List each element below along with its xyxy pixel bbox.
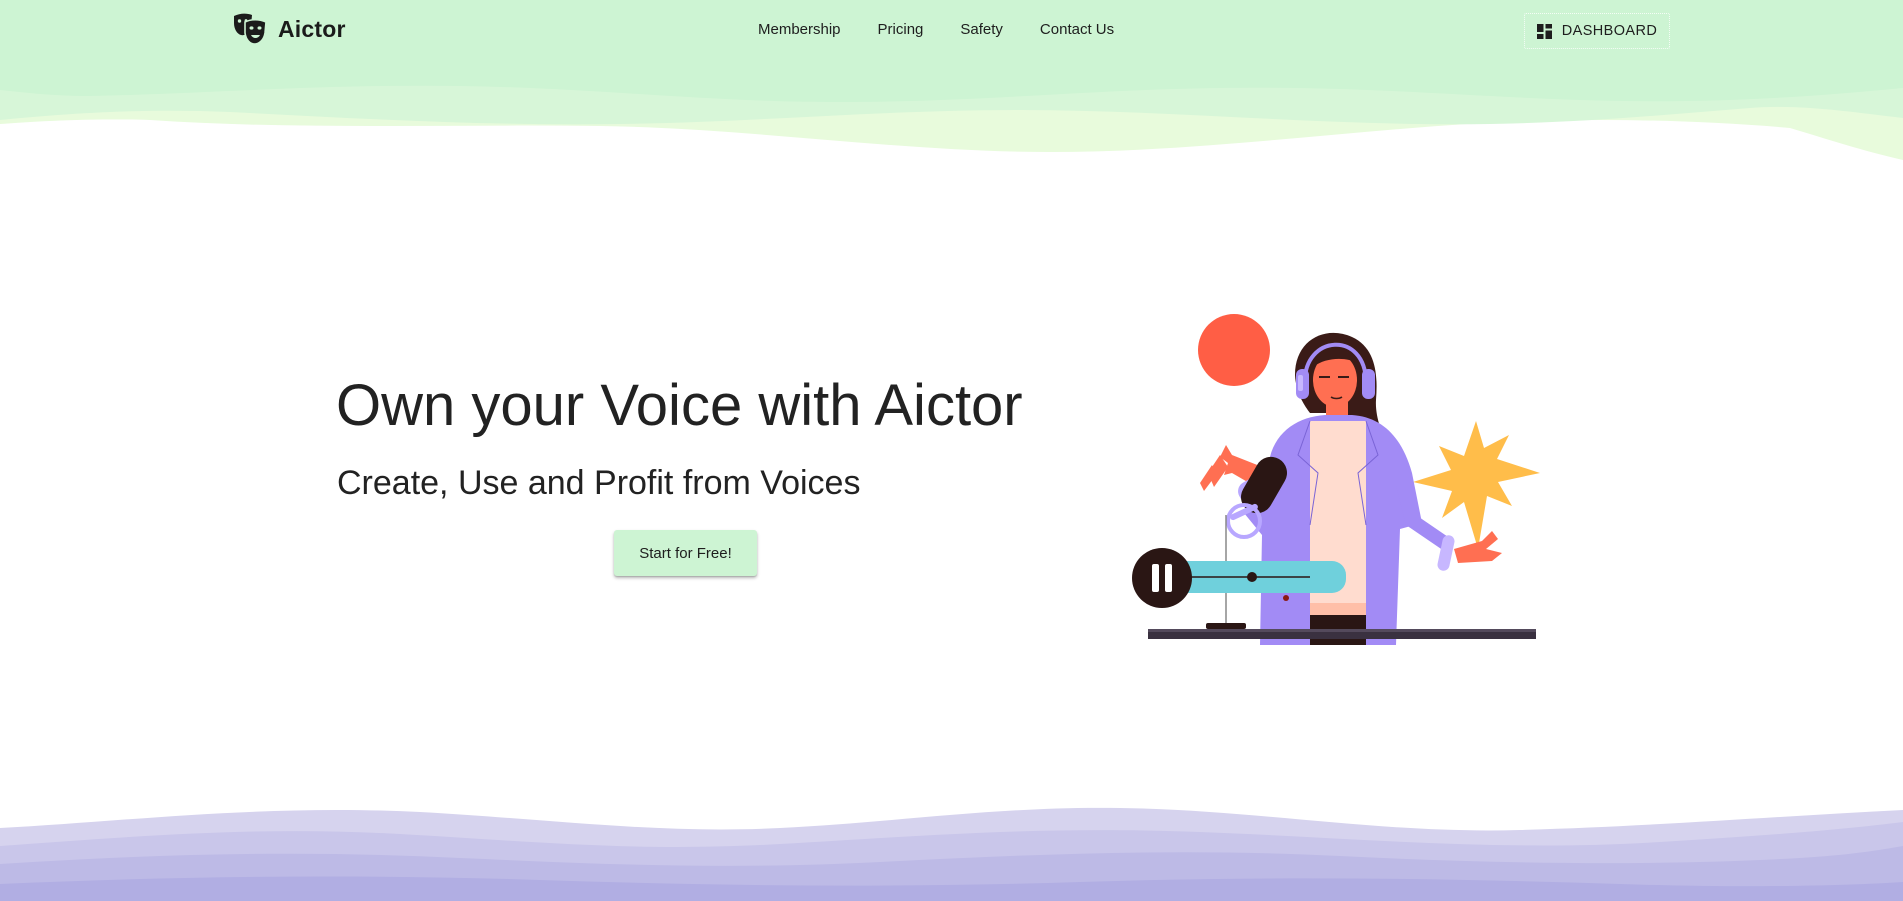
main-navigation: Membership Pricing Safety Contact Us: [758, 21, 1114, 38]
nav-link-pricing[interactable]: Pricing: [878, 21, 924, 38]
audio-progress-knob: [1247, 572, 1257, 582]
footer-wave-background: [0, 807, 1903, 901]
landing-page: Aictor Membership Pricing Safety Contact…: [0, 0, 1903, 901]
dashboard-label: DASHBOARD: [1561, 23, 1658, 39]
dashboard-button[interactable]: DASHBOARD: [1524, 13, 1670, 49]
brand-logo[interactable]: Aictor: [232, 13, 346, 45]
hero-title: Own your Voice with Aictor: [336, 373, 1023, 438]
nav-link-safety[interactable]: Safety: [960, 21, 1003, 38]
hero-illustration: [1132, 314, 1540, 645]
nav-link-membership[interactable]: Membership: [758, 21, 841, 38]
theater-masks-icon: [234, 13, 267, 45]
orange-sun-circle: [1198, 314, 1270, 386]
hero-subtitle: Create, Use and Profit from Voices: [337, 464, 861, 502]
nav-link-contact-us[interactable]: Contact Us: [1040, 21, 1114, 38]
brand-name: Aictor: [278, 15, 346, 42]
navbar: Aictor Membership Pricing Safety Contact…: [0, 0, 1903, 62]
pause-button-icon: [1132, 548, 1192, 608]
start-for-free-button[interactable]: Start for Free!: [614, 530, 757, 576]
dashboard-grid-icon: [1536, 23, 1552, 39]
